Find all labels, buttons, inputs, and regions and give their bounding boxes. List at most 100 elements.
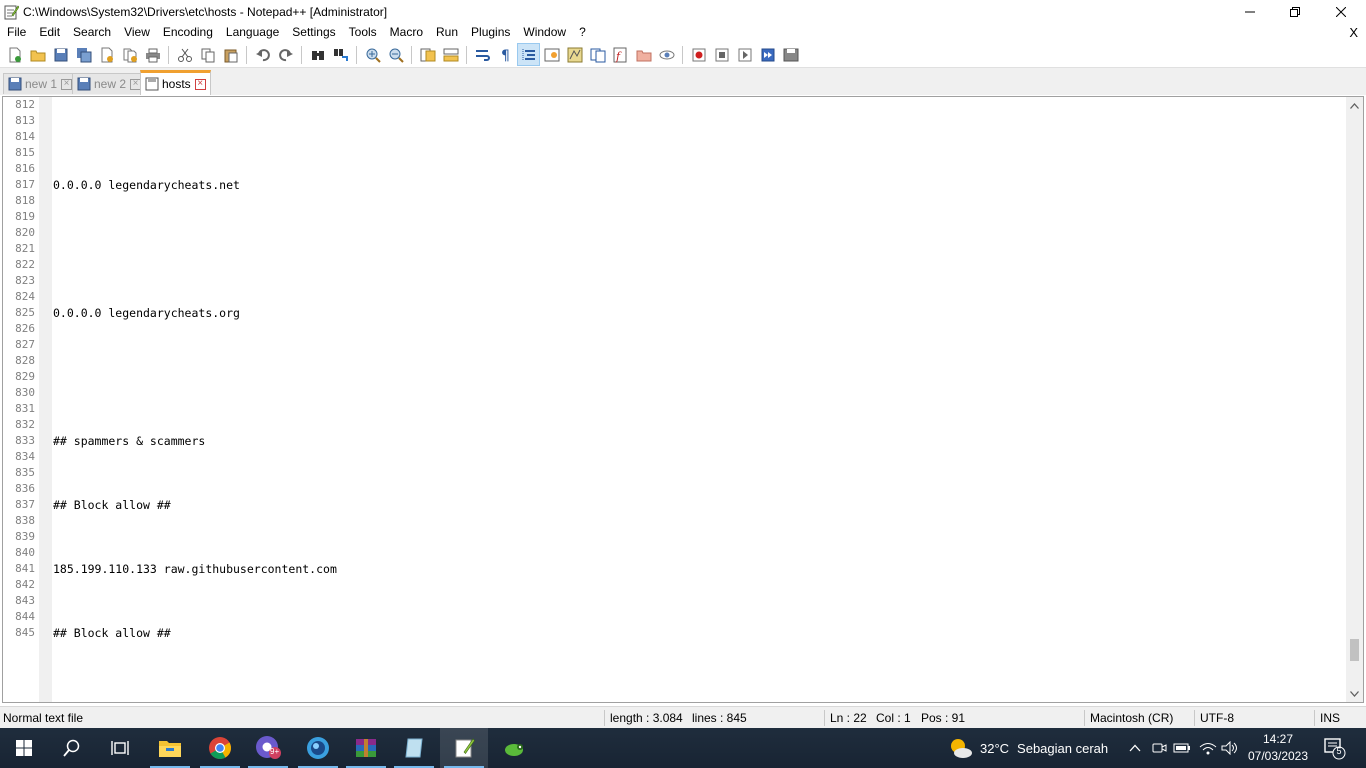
code-line[interactable]: 0.0.0.0 legendarycheats.net (53, 177, 240, 193)
status-insert-mode[interactable]: INS (1320, 707, 1340, 729)
taskbar-app-tablet[interactable] (390, 728, 438, 768)
user-defined-language-icon[interactable] (540, 43, 563, 66)
scroll-down-arrow-icon[interactable] (1346, 685, 1363, 702)
save-macro-icon[interactable] (779, 43, 802, 66)
status-eol-format[interactable]: Macintosh (CR) (1090, 707, 1173, 729)
weather-widget[interactable]: 32°C Sebagian cerah (948, 728, 1108, 768)
redo-icon[interactable] (274, 43, 297, 66)
record-macro-icon[interactable] (687, 43, 710, 66)
start-button[interactable] (0, 728, 48, 768)
close-window-button[interactable] (1318, 0, 1364, 23)
save-icon[interactable] (49, 43, 72, 66)
menu-settings[interactable]: Settings (286, 23, 342, 42)
zoom-out-icon[interactable] (384, 43, 407, 66)
windows-logo-icon (16, 740, 32, 756)
paste-icon[interactable] (219, 43, 242, 66)
sync-vertical-icon[interactable] (416, 43, 439, 66)
menu-window[interactable]: Window (517, 23, 573, 42)
sync-horizontal-icon[interactable] (439, 43, 462, 66)
word-wrap-icon[interactable] (471, 43, 494, 66)
stop-recording-icon[interactable] (710, 43, 733, 66)
taskbar-chrome[interactable] (196, 728, 244, 768)
tab-new-1[interactable]: new 1 × (3, 73, 78, 94)
run-macro-multiple-icon[interactable] (756, 43, 779, 66)
print-icon[interactable] (141, 43, 164, 66)
folder-as-workspace-icon[interactable] (632, 43, 655, 66)
code-line[interactable]: 185.199.110.133 raw.githubusercontent.co… (53, 561, 337, 577)
show-hidden-icons-chevron-icon[interactable] (1124, 728, 1146, 768)
menu-language[interactable]: Language (219, 23, 285, 42)
close-document-button[interactable]: X (1349, 23, 1358, 42)
restore-button[interactable] (1272, 0, 1318, 23)
action-center-button[interactable]: 5 (1322, 736, 1346, 760)
wifi-icon[interactable] (1197, 728, 1219, 768)
code-line[interactable]: ## spammers & scammers (53, 433, 205, 449)
tab-new-2[interactable]: new 2 × (72, 73, 147, 94)
taskbar-search-button[interactable] (48, 728, 96, 768)
new-file-icon[interactable] (3, 43, 26, 66)
line-number: 843 (15, 594, 35, 607)
minimize-button[interactable] (1227, 0, 1273, 23)
close-tab-icon[interactable]: × (194, 78, 206, 90)
menu-file[interactable]: File (0, 23, 33, 42)
zoom-in-icon[interactable] (361, 43, 384, 66)
code-line[interactable]: 0.0.0.0 legendarycheats.org (53, 305, 240, 321)
tab-hosts[interactable]: hosts × (140, 70, 211, 95)
show-all-characters-icon[interactable]: ¶ (494, 43, 517, 66)
taskbar-winrar[interactable] (342, 728, 390, 768)
fold-margin[interactable] (39, 97, 52, 702)
line-number: 812 (15, 98, 35, 111)
scroll-up-arrow-icon[interactable] (1346, 97, 1363, 114)
scrollbar-thumb[interactable] (1350, 639, 1359, 661)
playback-macro-icon[interactable] (733, 43, 756, 66)
menu-edit[interactable]: Edit (33, 23, 67, 42)
tab-label: new 2 (94, 77, 127, 91)
document-map-icon[interactable] (563, 43, 586, 66)
indent-guide-icon[interactable] (517, 43, 540, 66)
menu-macro[interactable]: Macro (383, 23, 429, 42)
status-encoding[interactable]: UTF-8 (1200, 707, 1234, 729)
copy-icon[interactable] (196, 43, 219, 66)
system-clock[interactable]: 14:27 07/03/2023 (1238, 731, 1318, 765)
task-view-button[interactable] (96, 728, 144, 768)
battery-icon[interactable] (1171, 728, 1193, 768)
find-icon[interactable] (306, 43, 329, 66)
save-all-icon[interactable] (72, 43, 95, 66)
text-editor[interactable]: 812 813 814 815 816 817 818 819 820 821 822 823 824 8… (2, 96, 1364, 703)
menu-view[interactable]: View (118, 23, 157, 42)
function-list-icon[interactable]: f (609, 43, 632, 66)
menu-bar: File Edit Search View Encoding Language … (0, 23, 1366, 42)
taskbar-file-explorer[interactable] (146, 728, 194, 768)
vertical-scrollbar[interactable] (1346, 97, 1363, 702)
close-tab-icon[interactable]: × (61, 78, 73, 90)
open-file-icon[interactable] (26, 43, 49, 66)
menu-encoding[interactable]: Encoding (156, 23, 219, 42)
document-save-icon (77, 77, 91, 91)
notepadpp-app-icon[interactable] (3, 4, 20, 20)
taskbar-app-sphere[interactable] (294, 728, 342, 768)
status-pos: Pos : 91 (921, 711, 966, 725)
line-number: 841 (15, 562, 35, 575)
menu-tools[interactable]: Tools (342, 23, 383, 42)
code-line[interactable]: ## Block allow ## (53, 497, 171, 513)
undo-icon[interactable] (251, 43, 274, 66)
menu-plugins[interactable]: Plugins (465, 23, 517, 42)
status-separator (824, 710, 825, 726)
line-number: 824 (15, 290, 35, 303)
taskbar-chrome-profile[interactable]: 9+ (244, 728, 292, 768)
close-all-icon[interactable] (118, 43, 141, 66)
taskbar-notepadpp[interactable] (440, 728, 488, 768)
meet-now-icon[interactable] (1148, 728, 1170, 768)
menu-search[interactable]: Search (67, 23, 118, 42)
taskbar-app-chameleon[interactable] (490, 728, 538, 768)
replace-icon[interactable] (329, 43, 352, 66)
cut-icon[interactable] (173, 43, 196, 66)
tab-label: hosts (162, 77, 191, 91)
close-file-icon[interactable] (95, 43, 118, 66)
document-list-icon[interactable] (586, 43, 609, 66)
menu-help[interactable]: ? (573, 23, 593, 42)
code-line[interactable]: ## Block allow ## (53, 625, 171, 641)
monitoring-eye-icon[interactable] (655, 43, 678, 66)
app-sphere-icon (307, 737, 329, 759)
menu-run[interactable]: Run (430, 23, 465, 42)
